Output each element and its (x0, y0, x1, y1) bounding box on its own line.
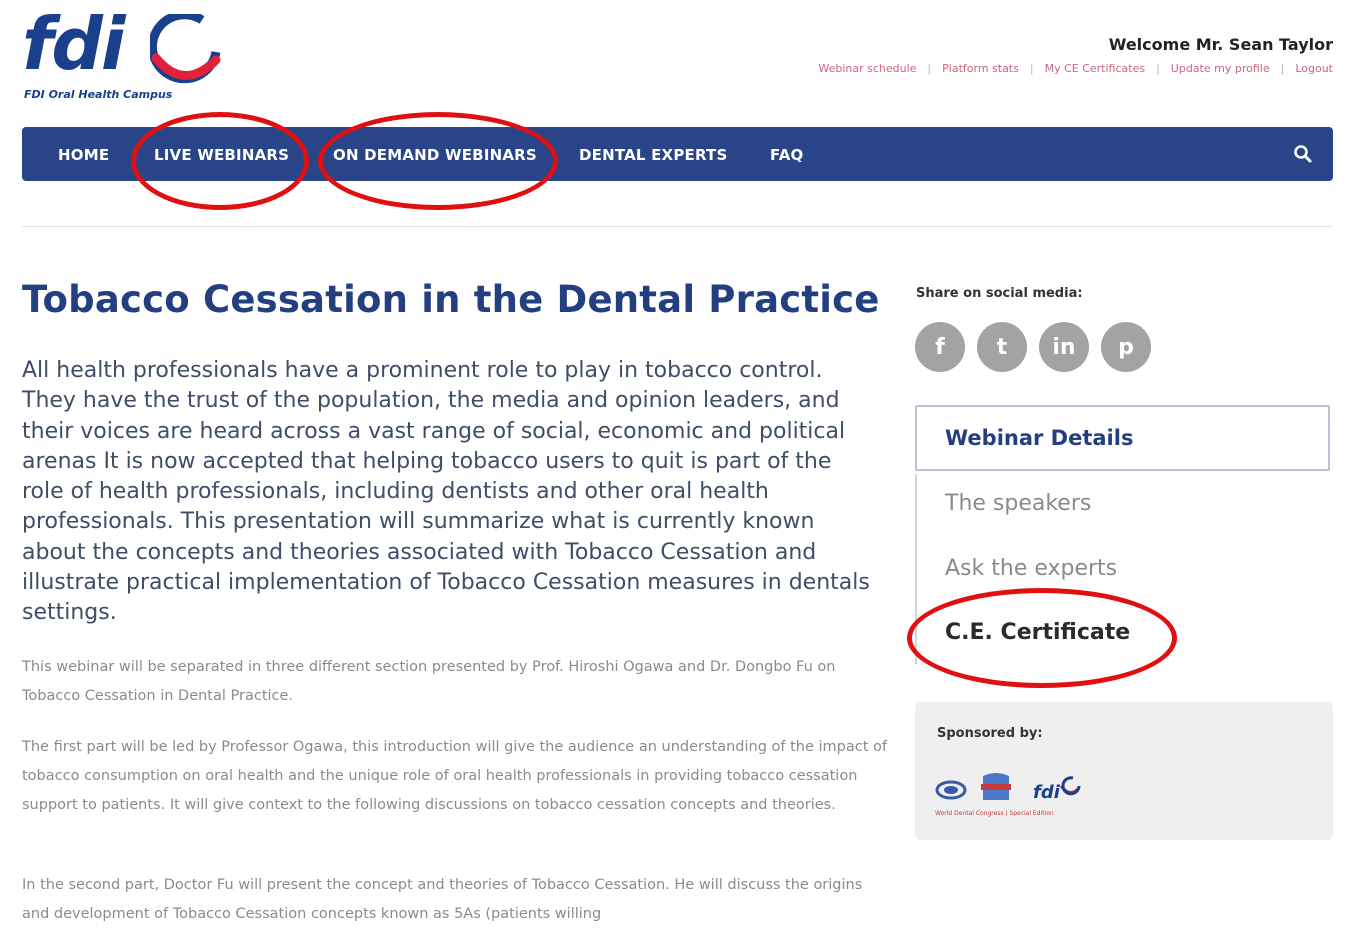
details-list-border (915, 474, 917, 664)
nav-home[interactable]: HOME (58, 146, 109, 164)
svg-text:fdi: fdi (1033, 782, 1061, 803)
sponsor-logos-icon: fdi (935, 773, 1081, 803)
logo-subtitle: FDI Oral Health Campus (24, 88, 173, 101)
pinterest-icon[interactable]: p (1101, 322, 1151, 372)
my-ce-certificates-link[interactable]: My CE Certificates (1045, 62, 1146, 75)
update-profile-link[interactable]: Update my profile (1171, 62, 1270, 75)
sponsor-box: Sponsored by: fdi World Dental Congress … (915, 702, 1333, 840)
search-icon[interactable] (1293, 144, 1313, 168)
body-paragraph: This webinar will be separated in three … (22, 659, 836, 704)
sponsor-caption: World Dental Congress | Special Edition (935, 810, 1054, 817)
welcome-message: Welcome Mr. Sean Taylor (1108, 35, 1333, 54)
logo-wordmark: fdi (22, 2, 126, 86)
speakers-link[interactable]: The speakers (945, 491, 1091, 516)
nav-dental-experts[interactable]: DENTAL EXPERTS (579, 146, 727, 164)
logo-smile-icon (150, 14, 221, 84)
link-separator: | (1029, 62, 1034, 75)
linkedin-icon[interactable]: in (1039, 322, 1089, 372)
nav-on-demand-webinars[interactable]: ON DEMAND WEBINARS (333, 146, 537, 164)
platform-stats-link[interactable]: Platform stats (942, 62, 1019, 75)
link-separator: | (1280, 62, 1285, 75)
link-separator: | (927, 62, 932, 75)
sponsor-label: Sponsored by: (937, 726, 1043, 741)
body-paragraph: The first part will be led by Professor … (22, 739, 887, 813)
twitter-icon[interactable]: t (977, 322, 1027, 372)
main-nav: HOME LIVE WEBINARS ON DEMAND WEBINARS DE… (22, 127, 1333, 181)
ask-experts-link[interactable]: Ask the experts (945, 556, 1117, 581)
fdi-logo[interactable]: fdi FDI Oral Health Campus (22, 2, 221, 108)
body-paragraph: In the second part, Doctor Fu will prese… (22, 877, 863, 922)
user-links: Webinar schedule | Platform stats | My C… (818, 62, 1333, 75)
facebook-icon[interactable]: f (915, 322, 965, 372)
divider (22, 226, 1333, 227)
nav-live-webinars[interactable]: LIVE WEBINARS (154, 146, 289, 164)
share-label: Share on social media: (916, 286, 1083, 301)
ce-certificate-link[interactable]: C.E. Certificate (945, 620, 1130, 645)
link-separator: | (1156, 62, 1160, 75)
lead-paragraph: All health professionals have a prominen… (22, 358, 870, 626)
webinar-schedule-link[interactable]: Webinar schedule (818, 62, 916, 75)
webinar-details-header: Webinar Details (915, 405, 1330, 471)
social-share-buttons: f t in p (915, 322, 1151, 372)
nav-faq[interactable]: FAQ (770, 146, 804, 164)
page-title: Tobacco Cessation in the Dental Practice (22, 278, 880, 321)
logout-link[interactable]: Logout (1295, 62, 1333, 75)
